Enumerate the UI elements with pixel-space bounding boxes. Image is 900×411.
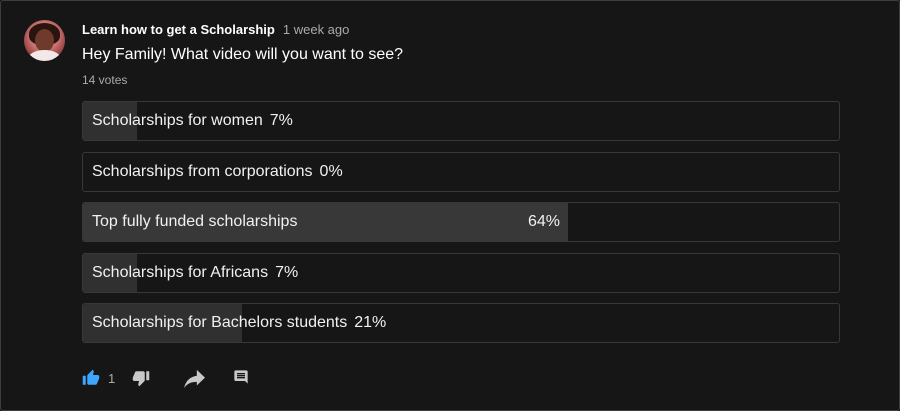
dislike-button[interactable] [132, 369, 150, 387]
share-button[interactable] [184, 369, 206, 389]
poll-options: Scholarships for women 7% Scholarships fr… [82, 101, 840, 354]
post-time[interactable]: 1 week ago [283, 22, 350, 37]
poll-option[interactable]: Scholarships from corporations 0% [82, 151, 840, 192]
comment-icon [233, 369, 249, 385]
poll-option-percent: 0% [319, 162, 343, 180]
like-button[interactable]: 1 [82, 369, 115, 387]
poll-option-percent: 21% [354, 314, 387, 331]
poll-option-label: Scholarships for Bachelors students [92, 314, 348, 331]
share-icon [184, 369, 206, 389]
channel-name[interactable]: Learn how to get a Scholarship [82, 22, 275, 37]
poll-option[interactable]: Scholarships for Africans 7% [82, 252, 840, 293]
poll-option-percent: 64% [528, 213, 561, 230]
poll-option[interactable]: Top fully funded scholarships 64% [82, 202, 840, 242]
community-post-card: Learn how to get a Scholarship 1 week ago… [0, 0, 900, 411]
comment-button[interactable] [233, 369, 249, 385]
poll-option[interactable]: Scholarships for women 7% [82, 101, 840, 141]
poll-question: Hey Family! What video will you want to … [82, 46, 404, 63]
poll-option-label: Scholarships from corporations [92, 162, 313, 180]
thumbs-down-icon [132, 369, 150, 387]
poll-option-label: Top fully funded scholarships [92, 213, 298, 230]
poll-option-percent: 7% [275, 263, 299, 281]
post-header: Learn how to get a Scholarship 1 week ago [82, 22, 349, 38]
poll-option[interactable]: Scholarships for Bachelors students 21% [82, 303, 840, 343]
poll-option-label: Scholarships for Africans [92, 263, 269, 281]
poll-option-label: Scholarships for women [92, 112, 263, 129]
poll-option-percent: 7% [269, 112, 293, 129]
vote-count: 14 votes [82, 73, 128, 87]
thumbs-up-icon [82, 369, 100, 387]
like-count: 1 [108, 370, 116, 386]
avatar[interactable] [24, 20, 65, 61]
